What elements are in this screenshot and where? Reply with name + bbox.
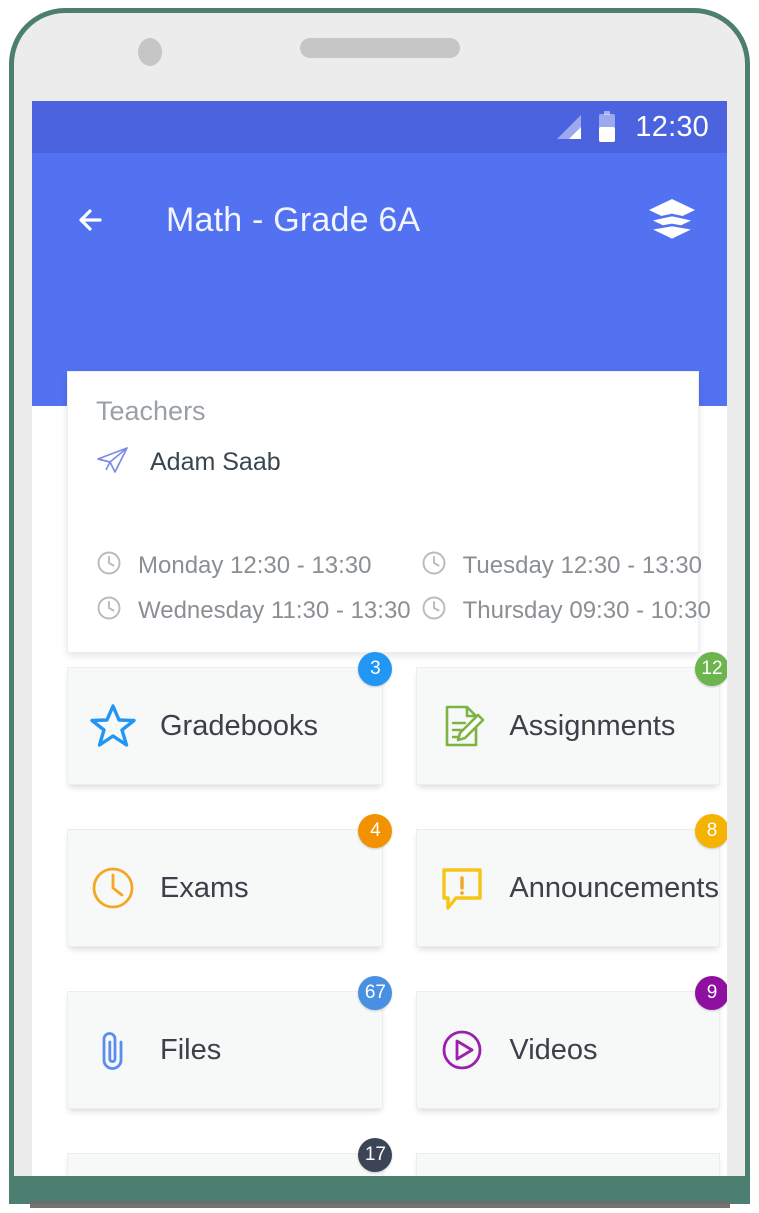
schedule-item: Tuesday 12:30 - 13:30 [421, 550, 711, 581]
clock-icon [421, 550, 447, 581]
layers-icon[interactable] [644, 195, 700, 245]
schedule-text: Thursday 09:30 - 10:30 [462, 596, 711, 624]
tile-label: Announcements [509, 871, 719, 904]
arrow-left-icon[interactable] [70, 198, 114, 242]
badge-count: 67 [358, 976, 393, 1010]
phone-frame-bottom-bar [9, 1176, 750, 1204]
schedule-item: Monday 12:30 - 13:30 [96, 550, 411, 581]
app-bar: Math - Grade 6A [32, 153, 727, 287]
tile-videos[interactable]: Videos 9 [416, 976, 727, 1109]
battery-icon [597, 111, 617, 143]
tile-files[interactable]: Files 67 [67, 976, 393, 1109]
document-pencil-icon [437, 701, 487, 751]
badge-count: 17 [358, 1138, 393, 1172]
page-title: Math - Grade 6A [166, 200, 421, 239]
tile-label: Assignments [509, 709, 676, 742]
schedule-text: Wednesday 11:30 - 13:30 [138, 596, 411, 624]
paper-plane-icon [96, 445, 130, 480]
tile-label: Exams [160, 871, 249, 904]
teacher-row[interactable]: Adam Saab [96, 445, 670, 486]
tile-exams[interactable]: Exams 4 [67, 814, 393, 947]
speech-alert-icon [437, 863, 487, 913]
main-content: Teachers Adam Saab Monday 12:30 - 13:30 … [32, 287, 727, 1176]
badge-count: 3 [358, 652, 393, 686]
schedule-item: Thursday 09:30 - 10:30 [421, 595, 711, 626]
schedule-grid: Monday 12:30 - 13:30 Tuesday 12:30 - 13:… [96, 550, 711, 626]
badge-count: 8 [695, 814, 727, 848]
tile-gradebooks[interactable]: Gradebooks 3 [67, 652, 393, 785]
schedule-text: Tuesday 12:30 - 13:30 [462, 551, 702, 579]
clock-icon [96, 595, 122, 626]
play-circle-icon [437, 1025, 487, 1075]
signal-bars-icon [553, 114, 583, 140]
phone-frame-shadow [30, 1201, 730, 1208]
teachers-heading: Teachers [96, 396, 206, 426]
tile-label: Videos [509, 1033, 598, 1066]
schedule-text: Monday 12:30 - 13:30 [138, 551, 372, 579]
teacher-name: Adam Saab [150, 448, 281, 476]
tile-course-members[interactable]: Course members 17 [67, 1138, 393, 1176]
badge-count: 12 [695, 652, 727, 686]
tile-label: Files [160, 1033, 222, 1066]
clock-icon [96, 550, 122, 581]
tile-assignments[interactable]: Assignments 12 [416, 652, 727, 785]
status-bar-clock: 12:30 [635, 110, 709, 143]
phone-screen: 12:30 Math - Grade 6A Teachers Adam Saab… [32, 101, 727, 1176]
clock-icon [421, 595, 447, 626]
schedule-item: Wednesday 11:30 - 13:30 [96, 595, 411, 626]
tile-lessons[interactable]: Lessons [416, 1153, 720, 1176]
tile-label: Gradebooks [160, 709, 318, 742]
earpiece-speaker [300, 38, 460, 58]
star-icon [88, 701, 138, 751]
clock-icon [88, 863, 138, 913]
front-camera-icon [138, 38, 162, 66]
module-tile-grid: Gradebooks 3 Assignments 12 Exams 4 Anno… [67, 652, 727, 1176]
status-bar: 12:30 [32, 101, 727, 153]
paperclip-icon [88, 1025, 138, 1075]
badge-count: 4 [358, 814, 393, 848]
tile-announcements[interactable]: Announcements 8 [416, 814, 727, 947]
teachers-card: Teachers Adam Saab Monday 12:30 - 13:30 … [67, 371, 711, 653]
badge-count: 9 [695, 976, 727, 1010]
